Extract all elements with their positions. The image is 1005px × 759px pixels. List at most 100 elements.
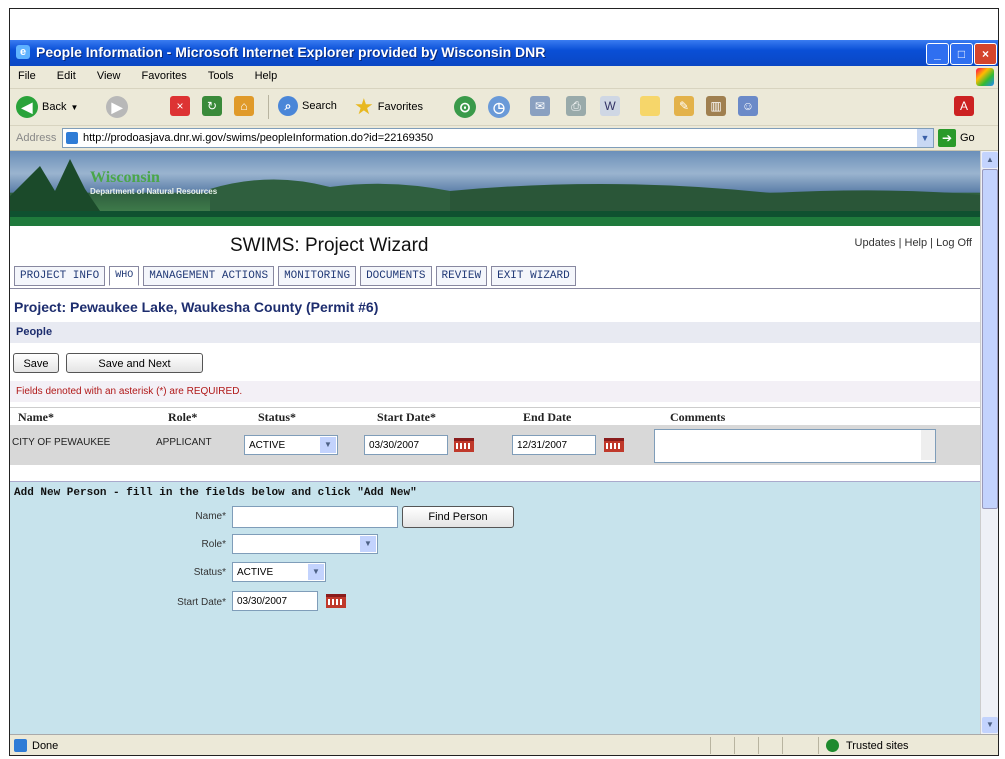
banner-stripe-lower bbox=[10, 217, 980, 226]
address-input[interactable]: http://prodoasjava.dnr.wi.gov/swims/peop… bbox=[62, 128, 934, 148]
calendar-icon[interactable] bbox=[454, 438, 474, 452]
menu-tools[interactable]: Tools bbox=[208, 70, 234, 82]
save-button[interactable]: Save bbox=[13, 353, 59, 373]
row-status-value: ACTIVE bbox=[249, 440, 286, 451]
scroll-thumb[interactable] bbox=[982, 169, 998, 509]
discuss-button[interactable] bbox=[640, 96, 660, 116]
forward-button[interactable]: ▶ bbox=[106, 96, 128, 118]
stop-icon: × bbox=[170, 96, 190, 116]
favorites-label: Favorites bbox=[377, 101, 423, 113]
scroll-up-icon[interactable]: ▲ bbox=[982, 152, 998, 168]
people-table-header: Name* Role* Status* Start Date* End Date… bbox=[10, 407, 980, 426]
home-button[interactable]: ⌂ bbox=[234, 96, 254, 116]
section-title: People bbox=[16, 326, 53, 338]
menu-file[interactable]: File bbox=[18, 70, 36, 82]
status-select[interactable]: ACTIVE ▼ bbox=[232, 562, 326, 582]
row-comments-textarea[interactable] bbox=[654, 429, 936, 463]
messenger-icon: ▥ bbox=[706, 96, 726, 116]
mail-button[interactable]: ✉ bbox=[530, 96, 550, 116]
back-arrow-icon: ◀ bbox=[16, 96, 38, 118]
pdf-icon: A bbox=[954, 96, 974, 116]
back-button[interactable]: ◀ Back ▼ bbox=[16, 96, 78, 118]
close-button[interactable]: × bbox=[974, 43, 997, 65]
status-divider bbox=[782, 737, 783, 754]
research-button[interactable]: ✎ bbox=[674, 96, 694, 116]
status-divider bbox=[710, 737, 711, 754]
status-divider bbox=[734, 737, 735, 754]
banner-subtitle: Department of Natural Resources bbox=[90, 187, 218, 196]
print-button[interactable]: ⎙ bbox=[566, 96, 586, 116]
edit-button[interactable]: W bbox=[600, 96, 620, 116]
address-url: http://prodoasjava.dnr.wi.gov/swims/peop… bbox=[83, 132, 434, 144]
col-role: Role* bbox=[168, 410, 198, 424]
menu-help[interactable]: Help bbox=[255, 70, 278, 82]
search-icon: ⌕ bbox=[278, 96, 298, 116]
dnr-banner: Wisconsin Department of Natural Resource… bbox=[10, 151, 980, 226]
chevron-down-icon: ▼ bbox=[360, 536, 376, 552]
find-person-button[interactable]: Find Person bbox=[402, 506, 514, 528]
title-bar: e People Information - Microsoft Interne… bbox=[10, 40, 998, 66]
refresh-button[interactable]: ↻ bbox=[202, 96, 222, 116]
address-label: Address bbox=[16, 132, 57, 144]
toolbar: ◀ Back ▼ ▶ × ↻ ⌂ ⌕ Search ★ Favorites ⊙ … bbox=[10, 89, 998, 126]
chevron-down-icon: ▼ bbox=[308, 564, 324, 580]
textarea-scrollbar[interactable] bbox=[921, 430, 935, 460]
ie-icon: e bbox=[16, 45, 30, 59]
help-link[interactable]: Help bbox=[905, 237, 928, 249]
back-dropdown-icon: ▼ bbox=[70, 102, 79, 112]
row-end-date-input[interactable]: 12/31/2007 bbox=[512, 435, 596, 455]
maximize-button[interactable]: □ bbox=[950, 43, 973, 65]
row-start-date-input[interactable]: 03/30/2007 bbox=[364, 435, 448, 455]
security-zone: Trusted sites bbox=[846, 740, 909, 752]
section-bar: People bbox=[10, 322, 980, 343]
save-and-next-button[interactable]: Save and Next bbox=[66, 353, 203, 373]
start-date-label: Start Date* bbox=[177, 597, 226, 608]
project-heading: Project: Pewaukee Lake, Waukesha County … bbox=[14, 299, 379, 315]
search-button[interactable]: ⌕ Search bbox=[278, 96, 337, 116]
tab-who[interactable]: WHO bbox=[109, 266, 140, 286]
stop-button[interactable]: × bbox=[170, 96, 190, 116]
media-button[interactable]: ⊙ bbox=[454, 96, 476, 118]
pdf-button[interactable]: A bbox=[954, 96, 974, 116]
menu-view[interactable]: View bbox=[97, 70, 121, 82]
favorites-button[interactable]: ★ Favorites bbox=[354, 96, 423, 118]
wizard-tabs: PROJECT INFO WHO MANAGEMENT ACTIONS MONI… bbox=[14, 266, 580, 286]
col-comments: Comments bbox=[670, 410, 726, 424]
start-date-input[interactable]: 03/30/2007 bbox=[232, 591, 318, 611]
calendar-icon[interactable] bbox=[326, 594, 346, 608]
search-label: Search bbox=[302, 100, 337, 112]
add-new-heading: Add New Person - fill in the fields belo… bbox=[14, 487, 417, 499]
log-off-link[interactable]: Log Off bbox=[936, 237, 972, 249]
name-input[interactable] bbox=[232, 506, 398, 528]
tab-documents[interactable]: DOCUMENTS bbox=[360, 266, 432, 286]
table-row: CITY OF PEWAUKEE APPLICANT ACTIVE ▼ 03/3… bbox=[10, 425, 980, 465]
role-select[interactable]: ▼ bbox=[232, 534, 378, 554]
windows-logo-icon bbox=[976, 68, 994, 86]
scroll-down-icon[interactable]: ▼ bbox=[982, 717, 998, 733]
screenshot-frame: e People Information - Microsoft Interne… bbox=[9, 8, 999, 756]
trusted-sites-icon bbox=[826, 739, 839, 752]
media-icon: ⊙ bbox=[454, 96, 476, 118]
star-icon: ★ bbox=[354, 94, 374, 119]
tab-review[interactable]: REVIEW bbox=[435, 266, 488, 286]
tab-exit-wizard[interactable]: EXIT WIZARD bbox=[491, 266, 576, 286]
menu-favorites[interactable]: Favorites bbox=[142, 70, 187, 82]
address-dropdown-icon[interactable]: ▼ bbox=[917, 129, 933, 147]
row-start-date-value: 03/30/2007 bbox=[369, 440, 420, 451]
vertical-scrollbar[interactable]: ▲ ▼ bbox=[980, 151, 998, 734]
updates-link[interactable]: Updates bbox=[855, 237, 896, 249]
page-done-icon bbox=[14, 739, 27, 752]
tab-management-actions[interactable]: MANAGEMENT ACTIONS bbox=[143, 266, 275, 286]
go-label[interactable]: Go bbox=[960, 132, 975, 144]
minimize-button[interactable]: _ bbox=[926, 43, 949, 65]
row-status-select[interactable]: ACTIVE ▼ bbox=[244, 435, 338, 455]
messenger-button[interactable]: ▥ bbox=[706, 96, 726, 116]
history-button[interactable]: ◷ bbox=[488, 96, 510, 118]
go-arrow-icon[interactable]: ➔ bbox=[938, 129, 956, 147]
tab-monitoring[interactable]: MONITORING bbox=[278, 266, 357, 286]
calendar-icon[interactable] bbox=[604, 438, 624, 452]
menu-edit[interactable]: Edit bbox=[57, 70, 76, 82]
people-button[interactable]: ☺ bbox=[738, 96, 758, 116]
row-role: APPLICANT bbox=[156, 437, 212, 448]
tab-project-info[interactable]: PROJECT INFO bbox=[14, 266, 106, 286]
